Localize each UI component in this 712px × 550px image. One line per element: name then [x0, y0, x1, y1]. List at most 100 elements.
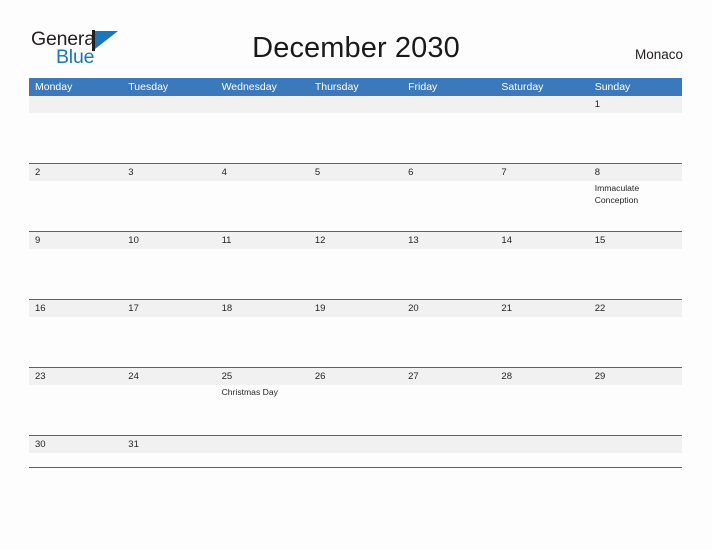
page-title: December 2030 — [252, 32, 460, 64]
day-event[interactable] — [29, 181, 122, 231]
day-number[interactable]: 19 — [309, 300, 402, 317]
day-number[interactable]: 10 — [122, 232, 215, 249]
day-event[interactable] — [122, 113, 215, 163]
day-number[interactable] — [589, 436, 682, 453]
day-number[interactable]: 11 — [216, 232, 309, 249]
day-number[interactable]: 16 — [29, 300, 122, 317]
day-event[interactable] — [495, 385, 588, 435]
day-event[interactable] — [402, 385, 495, 435]
day-event[interactable] — [29, 317, 122, 367]
day-event[interactable] — [29, 385, 122, 435]
day-event[interactable] — [216, 453, 309, 467]
day-number[interactable]: 22 — [589, 300, 682, 317]
day-event[interactable] — [495, 181, 588, 231]
week-daynumber-band: 1 — [29, 96, 682, 113]
day-event[interactable] — [309, 385, 402, 435]
day-event[interactable] — [122, 317, 215, 367]
day-event[interactable] — [122, 181, 215, 231]
day-number[interactable] — [216, 96, 309, 113]
day-number[interactable]: 29 — [589, 368, 682, 385]
day-number[interactable]: 13 — [402, 232, 495, 249]
day-number[interactable]: 28 — [495, 368, 588, 385]
day-event[interactable] — [495, 317, 588, 367]
day-number[interactable] — [495, 96, 588, 113]
day-number[interactable]: 21 — [495, 300, 588, 317]
day-number[interactable]: 1 — [589, 96, 682, 113]
day-event[interactable] — [122, 385, 215, 435]
day-event[interactable] — [309, 317, 402, 367]
day-number[interactable]: 23 — [29, 368, 122, 385]
day-event[interactable] — [309, 113, 402, 163]
day-event[interactable] — [216, 249, 309, 299]
day-number[interactable]: 6 — [402, 164, 495, 181]
day-number[interactable]: 20 — [402, 300, 495, 317]
weekday-saturday: Saturday — [501, 81, 544, 93]
week-event-band — [29, 113, 682, 163]
day-event[interactable] — [122, 453, 215, 467]
day-number[interactable] — [495, 436, 588, 453]
day-number[interactable] — [29, 96, 122, 113]
calendar-page: General Blue December 2030 Monaco Monday… — [0, 0, 712, 550]
country-label: Monaco — [634, 47, 683, 62]
day-event[interactable] — [402, 113, 495, 163]
day-event[interactable]: Immaculate Conception — [589, 181, 682, 231]
day-event[interactable] — [402, 453, 495, 467]
day-event[interactable] — [29, 249, 122, 299]
weekday-header-row: Monday Tuesday Wednesday Thursday Friday… — [29, 78, 682, 96]
day-number[interactable]: 25 — [216, 368, 309, 385]
week-event-band — [29, 453, 682, 467]
day-number[interactable]: 7 — [495, 164, 588, 181]
calendar-bottom-rule — [29, 467, 682, 468]
day-number[interactable]: 2 — [29, 164, 122, 181]
day-number[interactable]: 31 — [122, 436, 215, 453]
page-header: General Blue December 2030 Monaco — [0, 0, 712, 76]
week-row: 2 3 4 5 6 7 8 Immaculate Conception — [29, 163, 682, 231]
day-number[interactable]: 8 — [589, 164, 682, 181]
day-event[interactable] — [216, 113, 309, 163]
day-event[interactable] — [309, 249, 402, 299]
day-number[interactable]: 3 — [122, 164, 215, 181]
day-number[interactable] — [122, 96, 215, 113]
day-number[interactable]: 9 — [29, 232, 122, 249]
day-event[interactable] — [495, 249, 588, 299]
day-event[interactable] — [589, 113, 682, 163]
day-event[interactable] — [589, 317, 682, 367]
day-number[interactable]: 12 — [309, 232, 402, 249]
day-event[interactable] — [29, 113, 122, 163]
day-number[interactable] — [309, 436, 402, 453]
day-number[interactable] — [402, 96, 495, 113]
day-number[interactable]: 14 — [495, 232, 588, 249]
day-event[interactable] — [122, 249, 215, 299]
week-row: 30 31 — [29, 435, 682, 467]
day-event[interactable] — [589, 453, 682, 467]
weekday-thursday: Thursday — [314, 81, 359, 93]
day-event[interactable] — [309, 181, 402, 231]
day-event[interactable] — [402, 181, 495, 231]
day-number[interactable]: 15 — [589, 232, 682, 249]
day-event[interactable]: Christmas Day — [216, 385, 309, 435]
day-event[interactable] — [309, 453, 402, 467]
day-number[interactable]: 30 — [29, 436, 122, 453]
day-number[interactable]: 26 — [309, 368, 402, 385]
calendar-grid: Monday Tuesday Wednesday Thursday Friday… — [29, 78, 682, 468]
day-event[interactable] — [402, 317, 495, 367]
day-event[interactable] — [402, 249, 495, 299]
day-number[interactable]: 27 — [402, 368, 495, 385]
week-row: 16 17 18 19 20 21 22 — [29, 299, 682, 367]
day-event[interactable] — [29, 453, 122, 467]
day-number[interactable]: 5 — [309, 164, 402, 181]
day-number[interactable]: 17 — [122, 300, 215, 317]
day-event[interactable] — [589, 249, 682, 299]
day-event[interactable] — [216, 181, 309, 231]
day-number[interactable]: 4 — [216, 164, 309, 181]
day-number[interactable]: 18 — [216, 300, 309, 317]
day-number[interactable]: 24 — [122, 368, 215, 385]
day-event[interactable] — [495, 113, 588, 163]
day-number[interactable] — [309, 96, 402, 113]
day-number[interactable] — [216, 436, 309, 453]
day-event[interactable] — [495, 453, 588, 467]
day-event[interactable] — [216, 317, 309, 367]
weekday-monday: Monday — [35, 81, 73, 93]
day-number[interactable] — [402, 436, 495, 453]
day-event[interactable] — [589, 385, 682, 435]
